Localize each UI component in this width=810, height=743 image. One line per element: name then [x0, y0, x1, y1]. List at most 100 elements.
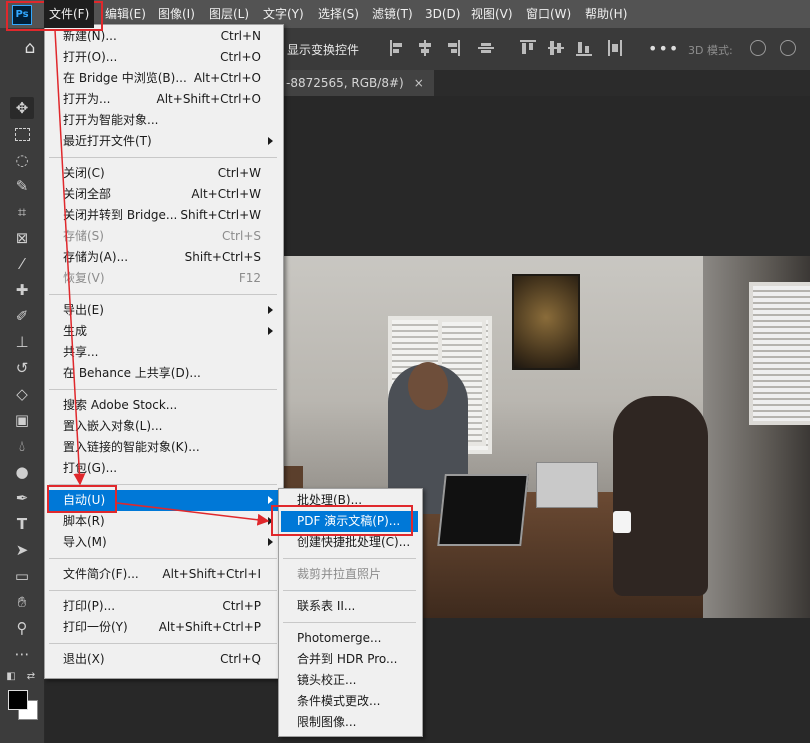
clone-stamp-tool-icon[interactable]: ⊥ [10, 331, 34, 353]
foreground-color-swatch[interactable] [8, 690, 28, 710]
menu-item[interactable]: 关闭并转到 Bridge... Shift+Ctrl+W [47, 205, 279, 226]
menu-item[interactable]: 打印(P)... Ctrl+P [47, 596, 279, 617]
distribute-icon[interactable] [608, 40, 622, 56]
menu-item-label: 置入链接的智能对象(K)... [63, 440, 200, 454]
menu-item[interactable]: 存储(S) Ctrl+S [47, 226, 279, 247]
menu-item[interactable]: 合并到 HDR Pro... [281, 649, 418, 670]
menu-item[interactable]: 搜索 Adobe Stock... [47, 395, 279, 416]
quick-select-tool-icon[interactable]: ✎ [10, 175, 34, 197]
menu-item-label: 打包(G)... [63, 461, 118, 475]
type-tool-icon[interactable]: T [10, 513, 34, 535]
menu-item[interactable]: 恢复(V) F12 [47, 268, 279, 289]
menu-item[interactable]: 文件简介(F)... Alt+Shift+Ctrl+I [47, 564, 279, 585]
menu-item[interactable]: 打开为智能对象... [47, 110, 279, 131]
menu-item-label: 联系表 II... [297, 599, 356, 613]
menu-item[interactable]: 生成 [47, 321, 279, 342]
menu-layer[interactable]: 图层(L) [204, 0, 254, 28]
blur-tool-icon[interactable]: 💧︎ [10, 435, 34, 457]
menu-item[interactable]: 打开(O)... Ctrl+O [47, 47, 279, 68]
menu-item[interactable]: 镜头校正... [281, 670, 418, 691]
home-icon[interactable]: ⌂ [18, 36, 42, 60]
eraser-tool-icon[interactable]: ◇ [10, 383, 34, 405]
align-top-icon[interactable] [520, 40, 536, 56]
align-middle-icon[interactable] [478, 40, 494, 56]
annotation-box-automate [47, 485, 117, 513]
menu-item[interactable]: 打印一份(Y) Alt+Shift+Ctrl+P [47, 617, 279, 638]
align-bottom-icon[interactable] [576, 40, 592, 56]
lasso-tool-icon[interactable]: ◌ [10, 149, 34, 171]
menu-item[interactable]: 共享... [47, 342, 279, 363]
eyedropper-tool-icon[interactable]: ⁄ [10, 253, 34, 275]
history-brush-tool-icon[interactable]: ↺ [10, 357, 34, 379]
align-right-icon[interactable] [446, 40, 460, 56]
document-tab[interactable]: -8872565, RGB/8#) × [283, 70, 434, 96]
menu-item[interactable]: 置入嵌入对象(L)... [47, 416, 279, 437]
swap-colors-icon[interactable]: ⇄ [24, 666, 38, 688]
align-vcenter-icon[interactable] [548, 40, 564, 56]
pen-tool-icon[interactable]: ✒ [10, 487, 34, 509]
menu-item[interactable]: 关闭(C) Ctrl+W [47, 163, 279, 184]
menu-item[interactable]: 导入(M) [47, 532, 279, 553]
frame-tool-icon[interactable]: ⊠ [10, 227, 34, 249]
show-transform-controls-label[interactable]: 显示变换控件 [287, 41, 359, 58]
menu-item[interactable]: 存储为(A)... Shift+Ctrl+S [47, 247, 279, 268]
menu-item[interactable]: 脚本(R) [47, 511, 279, 532]
brush-tool-icon[interactable]: ✐ [10, 305, 34, 327]
menu-item-shortcut: Ctrl+S [221, 229, 261, 243]
menu-item[interactable]: 最近打开文件(T) [47, 131, 279, 152]
menu-item[interactable]: 裁剪并拉直照片 [281, 564, 418, 585]
menu-item[interactable]: 关闭全部 Alt+Ctrl+W [47, 184, 279, 205]
default-colors-icon[interactable]: ◧ [4, 666, 18, 688]
healing-brush-tool-icon[interactable]: ✚ [10, 279, 34, 301]
menu-item[interactable]: 在 Bridge 中浏览(B)... Alt+Ctrl+O [47, 68, 279, 89]
menu-item[interactable]: 限制图像... [281, 712, 418, 733]
menu-filter[interactable]: 滤镜(T) [367, 0, 418, 28]
menu-item[interactable]: 退出(X) Ctrl+Q [47, 649, 279, 670]
menu-item-shortcut: Ctrl+W [217, 166, 261, 180]
menu-item-label: 置入嵌入对象(L)... [63, 419, 163, 433]
close-tab-icon[interactable]: × [414, 76, 424, 90]
menu-item-label: 打印一份(Y) [63, 620, 128, 634]
menu-item-shortcut: Alt+Shift+Ctrl+P [158, 620, 261, 634]
crop-tool-icon[interactable]: ⌗ [10, 201, 34, 223]
gradient-tool-icon[interactable]: ▣ [10, 409, 34, 431]
menu-item-label: 打开为... [63, 92, 111, 106]
menu-item[interactable]: 条件模式更改... [281, 691, 418, 712]
submenu-arrow-icon [268, 496, 273, 504]
menu-item[interactable]: 打包(G)... [47, 458, 279, 479]
menu-image[interactable]: 图像(I) [153, 0, 200, 28]
dodge-tool-icon[interactable]: ● [10, 461, 34, 483]
marquee-tool-icon[interactable] [10, 123, 34, 145]
align-left-icon[interactable] [390, 40, 404, 56]
menu-item[interactable]: 联系表 II... [281, 596, 418, 617]
menu-window[interactable]: 窗口(W) [521, 0, 576, 28]
menu-item[interactable]: 导出(E) [47, 300, 279, 321]
menu-item[interactable]: 在 Behance 上共享(D)... [47, 363, 279, 384]
hand-tool-icon[interactable]: ✋︎ [10, 591, 34, 613]
roll-3d-icon[interactable] [780, 40, 796, 56]
orbit-3d-icon[interactable] [750, 40, 766, 56]
menu-item[interactable]: 打开为... Alt+Shift+Ctrl+O [47, 89, 279, 110]
zoom-tool-icon[interactable]: ⚲ [10, 617, 34, 639]
menu-item-label: 存储(S) [63, 229, 104, 243]
more-options-icon[interactable]: ••• [648, 39, 679, 58]
menu-item-label: 导出(E) [63, 303, 104, 317]
submenu-arrow-icon [268, 306, 273, 314]
menu-separator [283, 557, 416, 559]
menu-select[interactable]: 选择(S) [313, 0, 364, 28]
menu-item[interactable]: Photomerge... [281, 628, 418, 649]
menu-view[interactable]: 视图(V) [466, 0, 518, 28]
path-select-tool-icon[interactable]: ➤ [10, 539, 34, 561]
menu-3d[interactable]: 3D(D) [420, 0, 465, 28]
menu-edit[interactable]: 编辑(E) [100, 0, 151, 28]
rectangle-tool-icon[interactable]: ▭ [10, 565, 34, 587]
menu-help[interactable]: 帮助(H) [580, 0, 632, 28]
menu-file[interactable]: 文件(F) [44, 0, 95, 28]
menu-separator [49, 156, 277, 158]
menu-type[interactable]: 文字(Y) [258, 0, 309, 28]
more-tools-icon[interactable]: ⋯ [10, 643, 34, 665]
menu-item-shortcut: Shift+Ctrl+S [184, 250, 261, 264]
menu-item[interactable]: 置入链接的智能对象(K)... [47, 437, 279, 458]
move-tool-icon[interactable]: ✥ [10, 97, 34, 119]
align-center-icon[interactable] [418, 40, 432, 56]
